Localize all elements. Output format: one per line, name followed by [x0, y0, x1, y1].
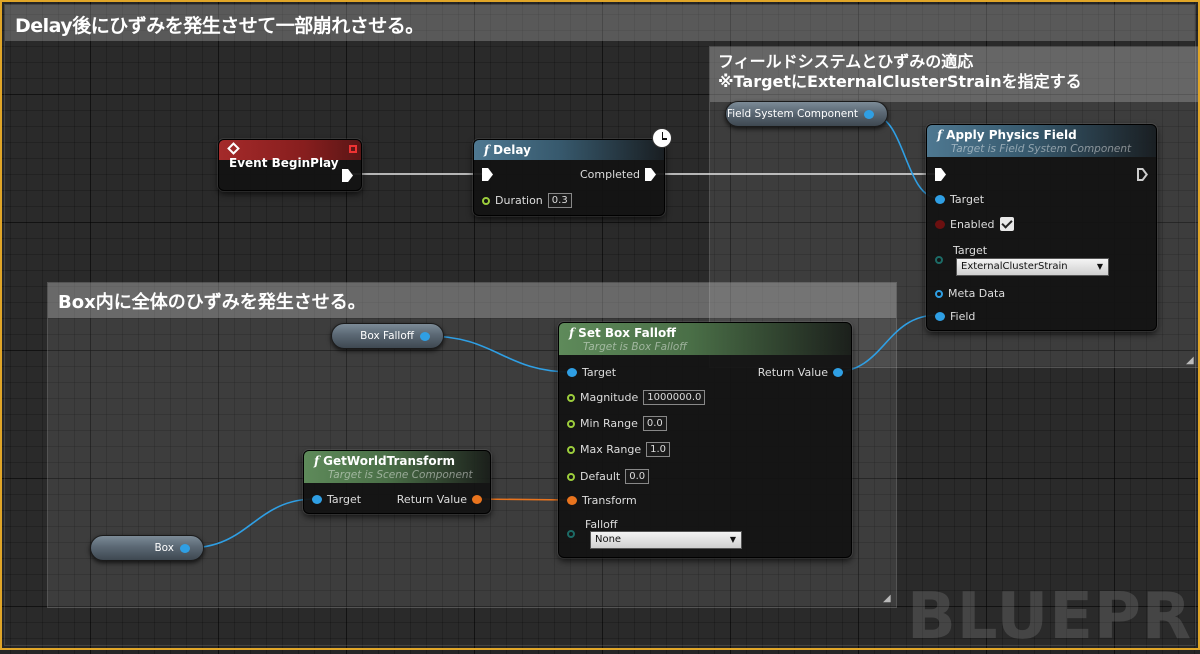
- magnitude-label: Magnitude: [580, 391, 639, 404]
- min-range-input[interactable]: 0.0: [642, 416, 667, 431]
- return-value-label: Return Value: [757, 366, 828, 379]
- function-icon: f: [937, 128, 943, 142]
- field-system-component-label: Field System Component: [726, 108, 858, 120]
- exec-out-pin[interactable]: [342, 169, 353, 182]
- field-comment-line2: ※TargetにExternalClusterStrainを指定する: [718, 72, 1082, 91]
- target-label: Target: [327, 493, 362, 506]
- min-range-label: Min Range: [580, 417, 638, 430]
- function-icon: f: [484, 143, 490, 157]
- falloff-value: None: [595, 534, 622, 545]
- object-out-pin[interactable]: [833, 368, 843, 377]
- max-range-input[interactable]: 1.0: [646, 442, 671, 457]
- dropdown-arrow-icon: ▼: [1096, 262, 1103, 271]
- apply-physics-field-subtitle: Target is Field System Component: [951, 143, 1132, 155]
- clock-icon: [652, 128, 672, 148]
- exec-out-completed-pin[interactable]: [645, 168, 656, 181]
- float-pin-icon[interactable]: [567, 445, 575, 454]
- box-label: Box: [154, 542, 174, 554]
- object-in-pin[interactable]: [935, 312, 945, 321]
- apply-physics-field-node[interactable]: f Apply Physics Field Target is Field Sys…: [926, 124, 1157, 331]
- blueprint-watermark: BLUEPRINT: [907, 580, 1200, 654]
- float-pin-icon[interactable]: [567, 393, 575, 402]
- object-in-pin[interactable]: [567, 368, 577, 377]
- field-label: Field: [950, 310, 976, 323]
- function-icon: f: [569, 326, 575, 340]
- target-label: Target: [582, 366, 617, 379]
- exec-in-pin[interactable]: [482, 168, 493, 181]
- delay-node[interactable]: f Delay Completed Duration 0.3: [473, 139, 665, 216]
- function-icon: f: [314, 454, 320, 468]
- target-type-value: ExternalClusterStrain: [961, 261, 1068, 272]
- target-type-label: Target: [953, 244, 988, 257]
- max-range-label: Max Range: [580, 443, 642, 456]
- transform-out-pin[interactable]: [472, 495, 482, 504]
- field-comment-line1: フィールドシステムとひずみの適応: [718, 52, 974, 71]
- set-box-falloff-node[interactable]: f Set Box Falloff Target is Box Falloff T…: [558, 322, 852, 558]
- box-falloff-variable[interactable]: Box Falloff: [331, 323, 444, 349]
- exec-in-pin[interactable]: [935, 168, 946, 181]
- set-box-falloff-title: Set Box Falloff: [578, 326, 676, 340]
- object-out-pin[interactable]: [864, 109, 874, 119]
- delay-title: Delay: [493, 143, 531, 157]
- transform-label: Transform: [582, 494, 637, 507]
- object-out-pin[interactable]: [420, 331, 430, 341]
- return-value-label: Return Value: [396, 493, 467, 506]
- default-label: Default: [580, 470, 621, 483]
- bool-pin-icon[interactable]: [935, 219, 945, 229]
- duration-input[interactable]: 0.3: [547, 193, 572, 208]
- resize-handle-icon[interactable]: ◢: [1186, 356, 1196, 366]
- transform-in-pin[interactable]: [567, 496, 577, 505]
- get-world-transform-node[interactable]: f GetWorldTransform Target is Scene Compo…: [303, 450, 491, 514]
- meta-data-label: Meta Data: [948, 287, 1006, 300]
- box-strain-comment-title[interactable]: Box内に全体のひずみを発生させる。: [48, 283, 896, 318]
- delegate-pin-icon[interactable]: [349, 145, 357, 153]
- object-in-pin[interactable]: [935, 195, 945, 204]
- object-in-pin[interactable]: [312, 495, 322, 504]
- event-diamond-icon: [227, 142, 240, 155]
- apply-physics-field-title: Apply Physics Field: [946, 128, 1077, 142]
- field-system-component-variable[interactable]: Field System Component: [725, 101, 888, 127]
- float-pin-icon[interactable]: [482, 196, 490, 205]
- falloff-dropdown[interactable]: None ▼: [590, 531, 742, 549]
- box-falloff-label: Box Falloff: [360, 330, 414, 342]
- enabled-checkbox[interactable]: [1000, 217, 1015, 231]
- default-input[interactable]: 0.0: [625, 469, 650, 484]
- completed-label: Completed: [580, 168, 640, 181]
- set-box-falloff-subtitle: Target is Box Falloff: [583, 341, 687, 353]
- object-pin-icon[interactable]: [935, 289, 943, 298]
- target-type-dropdown[interactable]: ExternalClusterStrain ▼: [956, 258, 1109, 276]
- get-world-transform-title: GetWorldTransform: [323, 454, 456, 468]
- main-comment-title[interactable]: Delay後にひずみを発生させて一部崩れさせる。: [5, 5, 1195, 41]
- enum-pin-icon[interactable]: [567, 530, 575, 538]
- float-pin-icon[interactable]: [567, 419, 575, 428]
- magnitude-input[interactable]: 1000000.0: [643, 390, 706, 405]
- exec-out-pin[interactable]: [1137, 168, 1148, 181]
- get-world-transform-subtitle: Target is Scene Component: [328, 469, 473, 481]
- duration-label: Duration: [495, 194, 543, 207]
- event-beginplay-node[interactable]: Event BeginPlay: [218, 139, 362, 191]
- dropdown-arrow-icon: ▼: [729, 535, 736, 544]
- field-system-comment-title[interactable]: フィールドシステムとひずみの適応 ※TargetにExternalCluster…: [710, 47, 1198, 102]
- falloff-label: Falloff: [585, 518, 618, 531]
- object-out-pin[interactable]: [180, 543, 190, 553]
- box-variable[interactable]: Box: [90, 535, 204, 561]
- target-label: Target: [950, 193, 985, 206]
- resize-handle-icon[interactable]: ◢: [883, 594, 893, 604]
- float-pin-icon[interactable]: [567, 472, 575, 481]
- event-beginplay-title: Event BeginPlay: [229, 156, 339, 170]
- enabled-label: Enabled: [950, 217, 995, 231]
- enum-pin-icon[interactable]: [935, 256, 943, 264]
